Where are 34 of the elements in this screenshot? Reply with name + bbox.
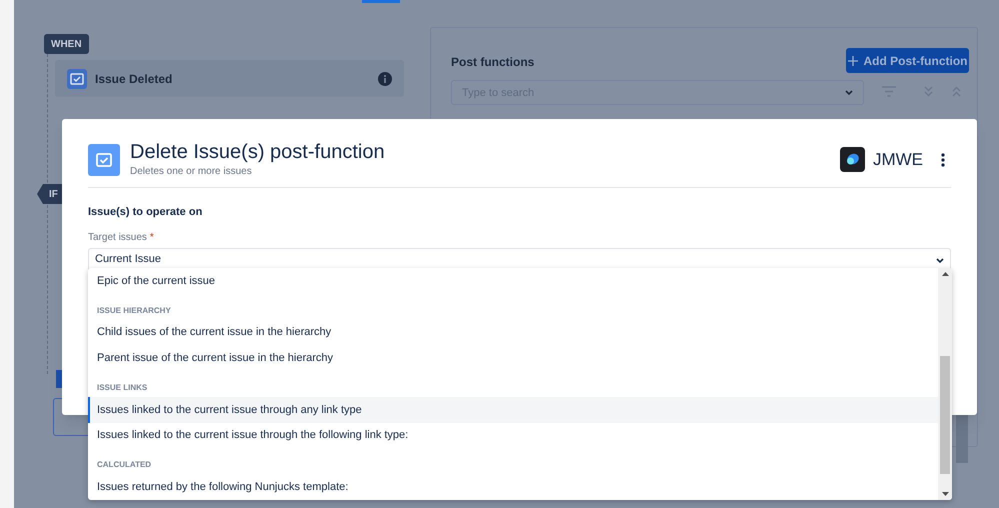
checkbox-icon [67, 68, 87, 88]
group-heading: ISSUE HIERARCHY [96, 304, 172, 317]
scroll-up-icon[interactable] [942, 272, 948, 276]
brand-name: JMWE [872, 148, 923, 171]
dropdown-option[interactable]: Child issues of the current issue in the hierarchy [88, 320, 938, 346]
checkbox-icon [88, 144, 120, 176]
panel-title: Post functions [451, 54, 534, 71]
dropdown-option[interactable]: Issues linked to the current issue through any link type [88, 396, 938, 423]
chevron-down-icon [845, 90, 853, 96]
scroll-down-icon[interactable] [942, 492, 948, 496]
expand-all-icon[interactable] [924, 86, 933, 97]
scroll-thumb[interactable] [956, 415, 968, 463]
filter-icon[interactable] [882, 86, 896, 97]
group-heading: CALCULATED [96, 459, 152, 472]
more-icon[interactable] [941, 152, 945, 166]
modal-title: Delete Issue(s) post-function [130, 140, 386, 164]
trigger-title: Issue Deleted [95, 70, 174, 88]
group-heading: ISSUE LINKS [96, 382, 148, 394]
tab-indicator [362, 0, 400, 3]
dropdown-option[interactable]: Parent issue of the current issue in the hierarchy [88, 345, 938, 372]
when-badge: WHEN [44, 34, 89, 54]
section-title: Issue(s) to operate on [88, 205, 204, 220]
add-post-function-button[interactable]: Add Post-function [846, 48, 969, 73]
trigger-card[interactable]: Issue Deleted [55, 60, 404, 97]
app-logo-icon [840, 147, 865, 172]
chevron-down-icon [936, 258, 944, 264]
scrollbar[interactable] [938, 268, 952, 500]
dropdown-option[interactable]: Issues linked to the current issue through the following link type: [88, 422, 938, 448]
plus-icon [848, 56, 858, 66]
field-label: Target issues * [88, 230, 155, 244]
modal-subtitle: Deletes one or more issues [130, 165, 253, 179]
info-icon[interactable] [378, 72, 392, 86]
collapse-all-icon[interactable] [952, 86, 961, 97]
dropdown-option[interactable]: Issues returned by the following Nunjucks template: [88, 474, 938, 500]
